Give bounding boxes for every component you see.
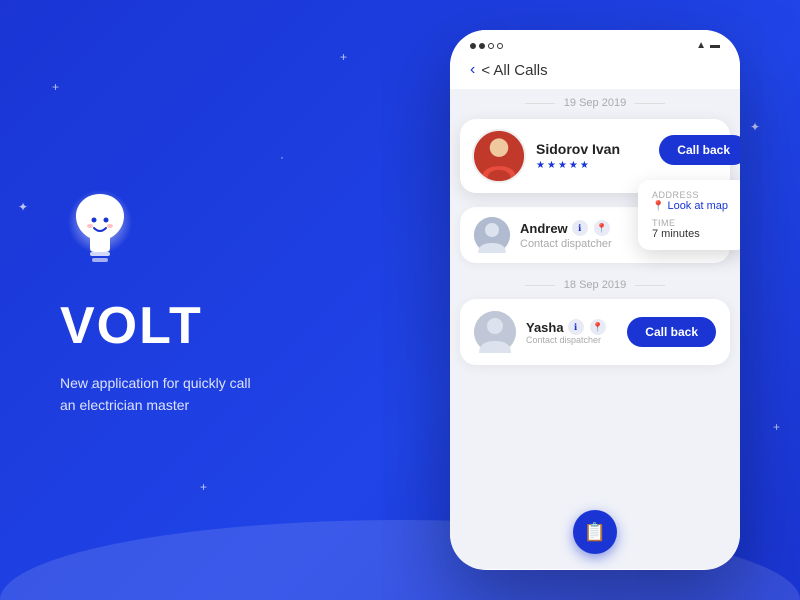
phone-frame: ▲ ▬ ‹ < All Calls 19 Sep 2019: [450, 30, 740, 570]
yasha-info-icon: ℹ: [568, 319, 584, 335]
featured-avatar: [472, 129, 526, 183]
date-divider-2: 18 Sep 2019: [460, 271, 730, 299]
andrew-avatar: [474, 217, 510, 253]
phone-header: ‹ < All Calls: [450, 57, 740, 89]
status-dots: [470, 43, 503, 49]
bulb-icon: [60, 184, 140, 264]
yasha-location-icon: 📍: [590, 319, 606, 335]
yasha-avatar: [474, 311, 516, 353]
star4: ★: [569, 160, 578, 171]
back-arrow-icon[interactable]: ‹: [470, 61, 475, 79]
fab-button[interactable]: 📋: [573, 510, 617, 554]
yasha-role: Contact dispatcher: [526, 335, 627, 345]
fab-icon: 📋: [584, 522, 606, 543]
app-description: New application for quickly call an elec…: [60, 372, 251, 417]
address-label: Address: [652, 190, 734, 200]
featured-info: Sidorov Ivan ★ ★ ★ ★ ★: [536, 141, 620, 171]
dot4: [497, 43, 503, 49]
stars-rating: ★ ★ ★ ★ ★: [536, 160, 620, 171]
featured-name: Sidorov Ivan: [536, 141, 620, 157]
time-label: Time: [652, 218, 734, 228]
dot1: [470, 43, 476, 49]
andrew-name: Andrew: [520, 221, 568, 236]
featured-card-container: Sidorov Ivan ★ ★ ★ ★ ★ tcher: [460, 119, 730, 193]
star-deco6: ✦: [750, 120, 760, 134]
star5: ★: [580, 160, 589, 171]
location-icon: 📍: [594, 220, 610, 236]
battery-icon: ▬: [710, 40, 720, 51]
star3: ★: [558, 160, 567, 171]
date-divider-1: 19 Sep 2019: [460, 89, 730, 117]
logo-container: [60, 184, 140, 272]
dot2: [479, 43, 485, 49]
time-value: 7 minutes: [652, 228, 734, 240]
phone-wrapper: ▲ ▬ ‹ < All Calls 19 Sep 2019: [450, 30, 740, 570]
status-bar: ▲ ▬: [450, 30, 740, 57]
yasha-card: Yasha ℹ 📍 Contact dispatcher Call back: [460, 299, 730, 365]
dot3: [488, 43, 494, 49]
star1: ★: [536, 160, 545, 171]
yasha-name: Yasha: [526, 320, 564, 335]
info-icon: ℹ: [572, 220, 588, 236]
status-icons: ▲ ▬: [696, 40, 720, 51]
yasha-info: Yasha ℹ 📍 Contact dispatcher: [526, 319, 627, 345]
wifi-icon: ▲: [696, 40, 706, 51]
phone-content: 19 Sep 2019: [450, 89, 740, 569]
star2: ★: [547, 160, 556, 171]
call-back-button-1[interactable]: Call back: [659, 135, 740, 165]
star-deco7: +: [773, 420, 780, 434]
detail-popup: Address 📍 Look at map Time 7 minutes: [638, 180, 740, 250]
app-title: VOLT: [60, 296, 203, 356]
star-deco2: ✦: [18, 200, 28, 214]
header-title: < All Calls: [481, 62, 547, 79]
address-value: 📍 Look at map: [652, 200, 734, 212]
left-panel: VOLT New application for quickly call an…: [30, 0, 350, 600]
call-back-button-2[interactable]: Call back: [627, 317, 716, 347]
pin-icon: 📍: [652, 201, 664, 212]
